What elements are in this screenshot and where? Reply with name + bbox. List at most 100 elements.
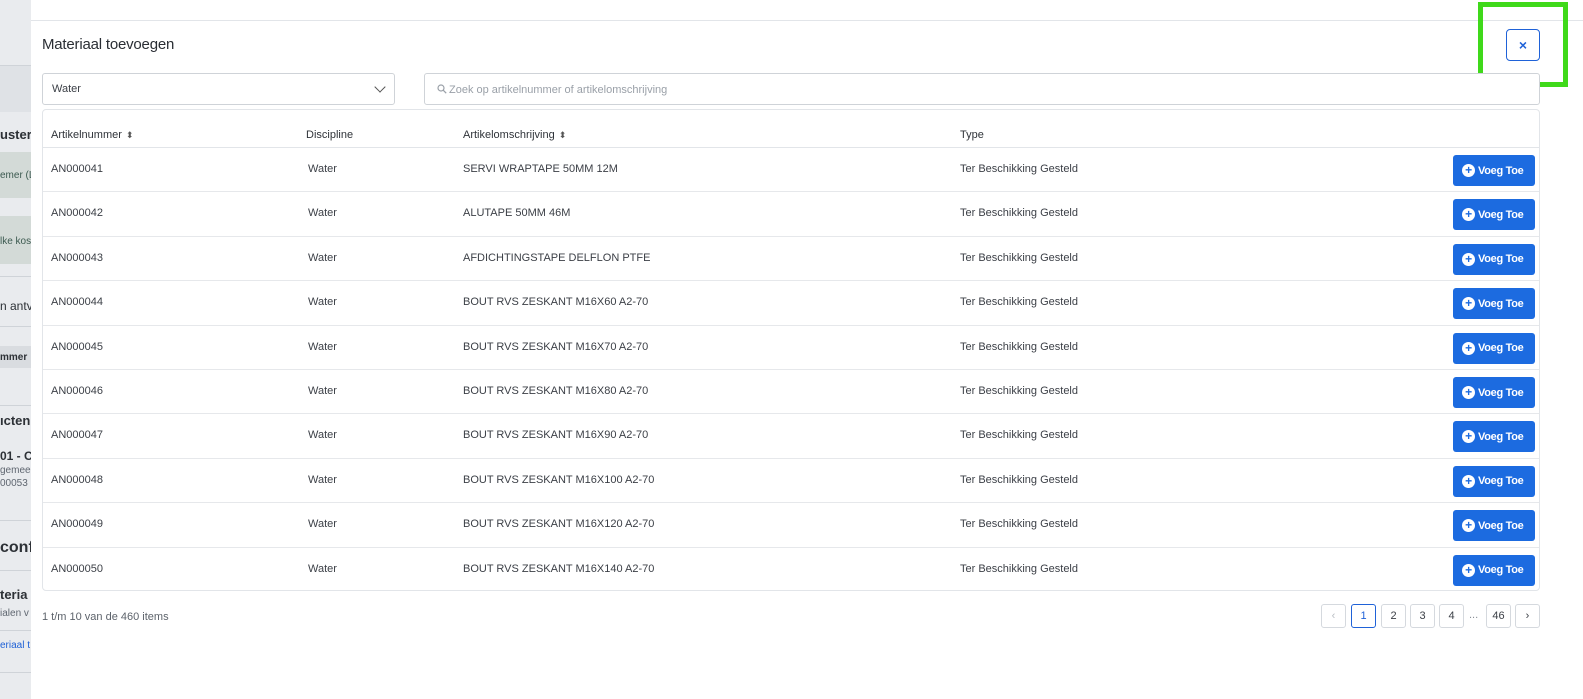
cell-artikelnummer: AN000043 xyxy=(51,251,103,264)
bg-field-2: lke kos xyxy=(0,236,31,247)
close-icon: × xyxy=(1518,37,1528,53)
table-row: AN000043 Water AFDICHTINGSTAPE DELFLON PTF… xyxy=(43,237,1539,282)
plus-circle-icon: + xyxy=(1462,474,1475,488)
plus-circle-icon: + xyxy=(1462,430,1475,444)
table-row: AN000048 Water BOUT RVS ZESKANT M16X100 A2… xyxy=(43,459,1539,504)
bg-products-heading: ıcten xyxy=(0,413,31,428)
cell-artikelnummer: AN000044 xyxy=(51,296,103,309)
cell-discipline: Water xyxy=(308,429,337,442)
column-header-omschrijving[interactable]: Artikelomschrijving ⬍ xyxy=(463,129,566,141)
cell-discipline: Water xyxy=(308,473,337,486)
add-material-button[interactable]: + Voeg Toe xyxy=(1453,155,1535,186)
bg-config-heading: confi xyxy=(0,539,31,556)
search-icon xyxy=(437,84,447,94)
cell-artikelnummer: AN000041 xyxy=(51,163,103,175)
pagination-page-2[interactable]: 2 xyxy=(1381,604,1406,628)
cell-omschrijving: BOUT RVS ZESKANT M16X140 A2-70 xyxy=(463,562,655,575)
cell-omschrijving: BOUT RVS ZESKANT M16X70 A2-70 xyxy=(463,340,649,353)
add-material-button[interactable]: + Voeg Toe xyxy=(1453,332,1535,364)
cell-type: Ter Beschikking Gesteld xyxy=(960,340,1078,353)
cell-artikelnummer: AN000045 xyxy=(51,340,103,353)
add-button-label: Voeg Toe xyxy=(1478,475,1524,488)
pagination-page-3[interactable]: 3 xyxy=(1410,604,1435,628)
add-material-button[interactable]: + Voeg Toe xyxy=(1453,243,1535,275)
add-button-label: Voeg Toe xyxy=(1478,253,1524,266)
column-header-discipline: Discipline xyxy=(306,129,354,141)
column-header-type: Type xyxy=(960,129,984,141)
pagination-next-button[interactable]: › xyxy=(1515,604,1540,628)
add-material-button[interactable]: + Voeg Toe xyxy=(1453,377,1535,408)
sort-icon[interactable]: ⬍ xyxy=(126,130,134,141)
close-button[interactable]: × xyxy=(1506,29,1540,61)
background-page: uster emer (L lke kos n antv mmer ıcten … xyxy=(0,0,31,699)
add-material-button[interactable]: + Voeg Toe xyxy=(1453,465,1535,497)
table-row: AN000045 Water BOUT RVS ZESKANT M16X70 A2-… xyxy=(43,326,1539,370)
cell-type: Ter Beschikking Gesteld xyxy=(960,473,1078,486)
cell-type: Ter Beschikking Gesteld xyxy=(960,296,1078,309)
pagination-prev-button[interactable]: ‹ xyxy=(1321,604,1346,628)
pagination-ellipsis: ... xyxy=(1469,609,1479,621)
cell-artikelnummer: AN000049 xyxy=(51,518,103,531)
pagination-page-4[interactable]: 4 xyxy=(1439,604,1464,628)
cell-discipline: Water xyxy=(308,207,337,220)
cell-type: Ter Beschikking Gesteld xyxy=(960,518,1078,531)
bg-item-sub-1: gemee xyxy=(0,465,31,476)
add-material-button[interactable]: + Voeg Toe xyxy=(1453,554,1535,586)
pagination-page-last[interactable]: 46 xyxy=(1486,604,1511,628)
bg-material-sub: ialen v xyxy=(0,608,29,619)
add-material-button[interactable]: + Voeg Toe xyxy=(1453,510,1535,542)
add-button-label: Voeg Toe xyxy=(1478,519,1524,532)
bg-answers-label: n antv xyxy=(0,299,31,313)
search-field[interactable] xyxy=(424,73,1540,105)
cell-type: Ter Beschikking Gesteld xyxy=(960,385,1078,397)
cell-discipline: Water xyxy=(308,518,337,531)
cell-type: Ter Beschikking Gesteld xyxy=(960,429,1078,442)
sort-icon[interactable]: ⬍ xyxy=(559,130,567,141)
cell-omschrijving: ALUTAPE 50MM 46M xyxy=(463,207,571,220)
discipline-select-value: Water xyxy=(52,83,81,95)
cell-omschrijving: SERVI WRAPTAPE 50MM 12M xyxy=(463,163,618,175)
plus-circle-icon: + xyxy=(1462,519,1475,533)
cell-discipline: Water xyxy=(308,163,337,175)
plus-circle-icon: + xyxy=(1462,208,1475,222)
bg-customer-heading: uster xyxy=(0,127,31,142)
column-header-artikelnummer[interactable]: Artikelnummer ⬍ xyxy=(51,129,133,141)
add-button-label: Voeg Toe xyxy=(1478,164,1524,177)
cell-omschrijving: BOUT RVS ZESKANT M16X100 A2-70 xyxy=(463,473,655,486)
search-input[interactable] xyxy=(449,80,1529,100)
add-material-button[interactable]: + Voeg Toe xyxy=(1453,421,1535,453)
cell-artikelnummer: AN000042 xyxy=(51,207,103,220)
modal-title: Materiaal toevoegen xyxy=(42,36,175,53)
table-row: AN000044 Water BOUT RVS ZESKANT M16X60 A2-… xyxy=(43,281,1539,326)
cell-omschrijving: BOUT RVS ZESKANT M16X60 A2-70 xyxy=(463,296,649,309)
bg-field-1: emer (L xyxy=(0,170,31,181)
add-material-button[interactable]: + Voeg Toe xyxy=(1453,288,1535,320)
bg-material-link[interactable]: eriaal t xyxy=(0,640,30,651)
chevron-down-icon xyxy=(374,81,386,93)
add-material-button[interactable]: + Voeg Toe xyxy=(1453,199,1535,231)
table-row: AN000041 Water SERVI WRAPTAPE 50MM 12M Ter … xyxy=(43,148,1539,193)
table-row: AN000049 Water BOUT RVS ZESKANT M16X120 A2… xyxy=(43,503,1539,548)
plus-circle-icon: + xyxy=(1462,297,1475,311)
cell-discipline: Water xyxy=(308,562,337,575)
plus-circle-icon: + xyxy=(1462,563,1475,577)
table-header: Artikelnummer ⬍ Discipline Artikelomschri… xyxy=(43,110,1539,148)
add-button-label: Voeg Toe xyxy=(1478,208,1524,221)
cell-type: Ter Beschikking Gesteld xyxy=(960,562,1078,575)
discipline-select[interactable]: Water xyxy=(42,73,395,105)
add-material-modal: Materiaal toevoegen × Water Artikelnumme… xyxy=(31,2,1583,699)
cell-discipline: Water xyxy=(308,385,337,397)
cell-artikelnummer: AN000048 xyxy=(51,473,103,486)
cell-type: Ter Beschikking Gesteld xyxy=(960,163,1078,175)
cell-omschrijving: AFDICHTINGSTAPE DELFLON PTFE xyxy=(463,251,651,264)
table-row: AN000050 Water BOUT RVS ZESKANT M16X140 A2… xyxy=(43,548,1539,590)
cell-discipline: Water xyxy=(308,296,337,309)
add-button-label: Voeg Toe xyxy=(1478,430,1524,443)
table-row: AN000046 Water BOUT RVS ZESKANT M16X80 A2-… xyxy=(43,370,1539,415)
pagination-page-1[interactable]: 1 xyxy=(1351,604,1376,628)
bg-material-heading: teria xyxy=(0,587,28,602)
bg-item-code: 01 - Cl xyxy=(0,449,31,463)
cell-type: Ter Beschikking Gesteld xyxy=(960,251,1078,264)
add-button-label: Voeg Toe xyxy=(1478,297,1524,310)
cell-discipline: Water xyxy=(308,251,337,264)
